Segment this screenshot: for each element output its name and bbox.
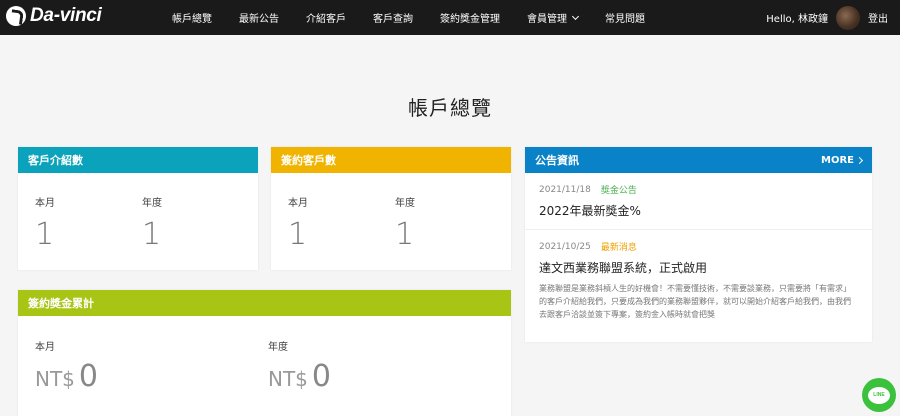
signed-month-label: 本月: [288, 198, 308, 209]
nav-latest-news[interactable]: 最新公告: [239, 10, 279, 25]
announcement-date: 2021/10/25: [539, 241, 591, 252]
avatar[interactable]: [836, 5, 860, 30]
user-greeting: Hello, 林政鐘: [766, 14, 828, 25]
signed-card-header: 簽約客戶數: [271, 147, 511, 173]
user-area: Hello, 林政鐘 登出: [766, 0, 888, 35]
nav-faq[interactable]: 常見問題: [605, 10, 645, 25]
bonus-month-stat: 本月 NT$ 0: [35, 338, 98, 394]
page-title: 帳戶總覽: [408, 96, 492, 120]
announcement-title: 2022年最新獎金%: [539, 204, 641, 218]
top-navbar: Da-vinci 帳戶總覽 最新公告 介紹客戶 客戶查詢 簽約獎金管理 會員管理…: [0, 0, 900, 35]
bonus-card-header: 簽約獎金累計: [18, 290, 511, 316]
bonus-year-currency: NT$: [268, 367, 308, 391]
referral-year-label: 年度: [142, 198, 162, 209]
bonus-month-label: 本月: [35, 342, 55, 353]
nav-refer-client[interactable]: 介紹客戶: [306, 10, 346, 25]
bonus-month-currency: NT$: [35, 367, 75, 391]
announcement-tag: 最新消息: [600, 243, 637, 253]
nav-bonus-management[interactable]: 簽約獎金管理: [440, 10, 500, 25]
announcement-description: 業務聯盟是業務斜槓人生的好機會！不需要懂技術，不需要談業務，只需要將「有需求」的…: [539, 284, 851, 319]
nav-account-overview[interactable]: 帳戶總覽: [172, 10, 212, 25]
nav-client-search[interactable]: 客戶查詢: [373, 10, 413, 25]
nav-member-management[interactable]: 會員管理: [527, 10, 580, 25]
line-icon: LINE: [868, 386, 890, 404]
brand-name: Da-vinci: [30, 5, 102, 26]
nav-member-management-label: 會員管理: [527, 14, 567, 25]
bonus-year-stat: 年度 NT$ 0: [268, 338, 331, 394]
bonus-month-value: 0: [78, 359, 98, 394]
brand-logo[interactable]: Da-vinci: [6, 5, 102, 27]
more-link[interactable]: MORE: [821, 154, 864, 166]
announcement-item[interactable]: 2021/10/25 最新消息 達文西業務聯盟系統，正式啟用 業務聯盟是業務斜槓…: [525, 230, 872, 331]
announcements-title: 公告資訊: [535, 154, 579, 167]
referral-month-value: 1: [35, 217, 55, 252]
signed-month-stat: 本月 1: [288, 194, 308, 252]
logout-link[interactable]: 登出: [868, 10, 888, 25]
referral-month-label: 本月: [35, 198, 55, 209]
signed-year-value: 1: [395, 217, 415, 252]
announcements-panel: 公告資訊 MORE 2021/11/18 獎金公告 2022年最新獎金% 202…: [525, 147, 872, 342]
announcement-item[interactable]: 2021/11/18 獎金公告 2022年最新獎金%: [525, 173, 872, 230]
bonus-year-label: 年度: [268, 342, 288, 353]
bonus-year-value: 0: [311, 359, 331, 394]
signed-month-value: 1: [288, 217, 308, 252]
signed-year-label: 年度: [395, 198, 415, 209]
signed-clients-card: 簽約客戶數 本月 1 年度 1: [271, 147, 511, 270]
davinci-logo-icon: [6, 6, 26, 26]
line-chat-button[interactable]: LINE: [862, 378, 896, 412]
referral-year-stat: 年度 1: [142, 194, 162, 252]
announcement-date: 2021/11/18: [539, 184, 591, 195]
referral-month-stat: 本月 1: [35, 194, 55, 252]
chevron-down-icon: [571, 12, 580, 20]
signed-year-stat: 年度 1: [395, 194, 415, 252]
announcement-tag: 獎金公告: [600, 186, 637, 196]
referral-count-card: 客戶介紹數 本月 1 年度 1: [18, 147, 258, 270]
referral-year-value: 1: [142, 217, 162, 252]
main-nav: 帳戶總覽 最新公告 介紹客戶 客戶查詢 簽約獎金管理 會員管理 常見問題: [172, 0, 672, 35]
signing-bonus-card: 簽約獎金累計 本月 NT$ 0 年度 NT$ 0: [18, 290, 511, 416]
more-label: MORE: [821, 154, 854, 166]
chevron-right-icon: [855, 156, 864, 164]
referral-card-header: 客戶介紹數: [18, 147, 258, 173]
announcements-header: 公告資訊 MORE: [525, 147, 872, 173]
announcement-title: 達文西業務聯盟系統，正式啟用: [539, 261, 708, 275]
